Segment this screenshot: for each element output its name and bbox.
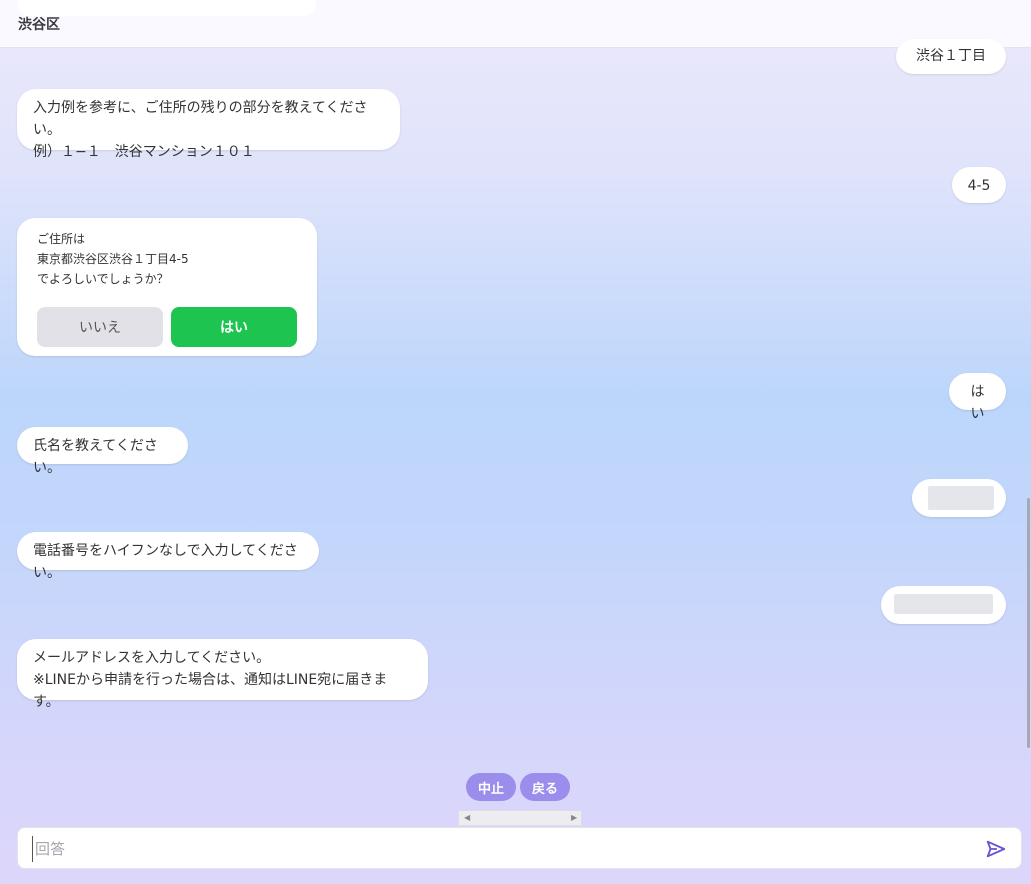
user-message-address-number: 4-5 [952, 167, 1006, 203]
address-confirm-card: ご住所は 東京都渋谷区渋谷１丁目4-5 でよろしいでしょうか？ いいえ はい [17, 218, 317, 356]
vertical-scrollbar[interactable] [1027, 498, 1030, 748]
redacted-phone [894, 594, 993, 614]
bot-message-name-prompt: 氏名を教えてください。 [17, 427, 188, 476]
page-title: 渋谷区 [18, 17, 60, 33]
horizontal-scrollbar[interactable]: ◀ ▶ [458, 810, 582, 826]
send-icon[interactable] [985, 838, 1007, 860]
user-message-name-redacted [912, 479, 1006, 517]
stop-button[interactable]: 中止 [466, 773, 516, 801]
user-message-yes: はい [949, 373, 1006, 422]
answer-input[interactable] [32, 836, 962, 862]
header-bar: 渋谷区 [0, 0, 1031, 48]
chevron-left-icon[interactable]: ◀ [464, 811, 470, 825]
address-confirm-text: ご住所は 東京都渋谷区渋谷１丁目4-5 でよろしいでしょうか？ [37, 232, 189, 286]
yes-button[interactable]: はい [171, 307, 297, 347]
back-button[interactable]: 戻る [520, 773, 570, 801]
no-button[interactable]: いいえ [37, 307, 163, 347]
redacted-name [928, 486, 994, 510]
user-message-address-area: 渋谷１丁目 [896, 39, 1006, 74]
bot-message-email-prompt: メールアドレスを入力してください。 ※LINEから申請を行った場合は、通知はLI… [17, 639, 428, 710]
user-message-phone-redacted [881, 586, 1006, 624]
previous-bubble-edge [18, 0, 316, 16]
answer-input-bar [17, 827, 1022, 869]
bot-message-phone-prompt: 電話番号をハイフンなしで入力してください。 [17, 532, 319, 581]
bot-message-address-prompt: 入力例を参考に、ご住所の残りの部分を教えてください。 例）１−１ 渋谷マンション… [17, 89, 400, 160]
chevron-right-icon[interactable]: ▶ [571, 811, 577, 825]
